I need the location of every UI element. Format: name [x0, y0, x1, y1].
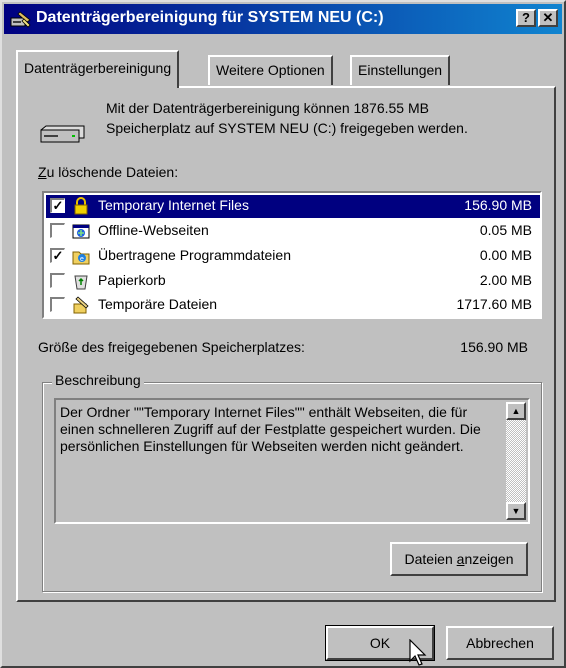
tab-label: Weitere Optionen — [216, 62, 325, 78]
tab-label: Einstellungen — [358, 62, 443, 78]
tab-more-options[interactable]: Weitere Optionen — [208, 55, 333, 85]
window-title: Datenträgerbereinigung für SYSTEM NEU (C… — [36, 9, 384, 26]
title-bar[interactable]: Datenträgerbereinigung für SYSTEM NEU (C… — [4, 4, 562, 34]
tab-panel — [16, 86, 556, 602]
button-label: OK — [369, 635, 391, 651]
button-label: Abbrechen — [466, 635, 534, 651]
help-button[interactable]: ? — [516, 9, 536, 27]
close-button[interactable]: ✕ — [538, 9, 558, 27]
close-icon: ✕ — [542, 10, 554, 25]
disk-cleanup-window: Datenträgerbereinigung für SYSTEM NEU (C… — [0, 0, 566, 668]
tab-settings[interactable]: Einstellungen — [350, 55, 451, 85]
cancel-button[interactable]: Abbrechen — [446, 626, 554, 660]
tab-label: Datenträgerbereinigung — [24, 60, 172, 76]
mouse-cursor-icon — [409, 639, 427, 666]
tab-disk-cleanup[interactable]: Datenträgerbereinigung — [16, 50, 180, 88]
disk-cleanup-icon — [10, 11, 31, 28]
